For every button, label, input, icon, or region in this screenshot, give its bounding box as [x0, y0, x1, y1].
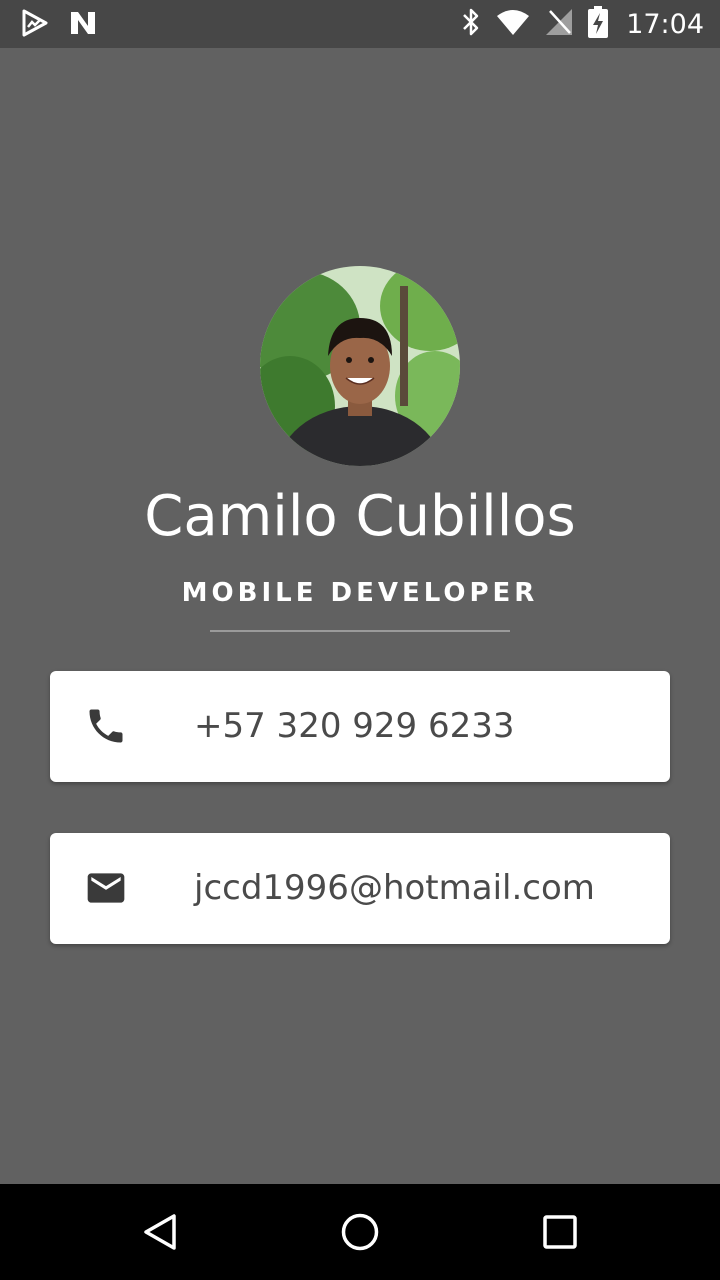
battery-charging-icon [588, 5, 609, 43]
profile-card-screen: Camilo Cubillos MOBILE DEVELOPER +57 320… [0, 48, 720, 1184]
email-card[interactable]: jccd1996@hotmail.com [50, 833, 670, 944]
phone-number: +57 320 929 6233 [194, 706, 515, 746]
n-app-icon [68, 8, 98, 43]
home-icon[interactable] [336, 1208, 384, 1256]
status-bar: 17:04 [0, 0, 720, 48]
profile-name: Camilo Cubillos [144, 484, 576, 549]
recents-icon[interactable] [536, 1208, 584, 1256]
back-icon[interactable] [136, 1208, 184, 1256]
mail-icon [84, 866, 128, 910]
divider [210, 630, 510, 632]
bluetooth-icon [460, 7, 482, 42]
phone-icon [84, 704, 128, 748]
email-address: jccd1996@hotmail.com [194, 868, 595, 908]
wifi-icon [496, 8, 530, 41]
profile-title: MOBILE DEVELOPER [181, 578, 539, 608]
status-time: 17:04 [626, 8, 704, 40]
phone-card[interactable]: +57 320 929 6233 [50, 671, 670, 782]
navigation-bar [0, 1184, 720, 1280]
avatar [260, 266, 460, 466]
play-store-icon [20, 8, 50, 43]
no-signal-icon [544, 7, 574, 42]
